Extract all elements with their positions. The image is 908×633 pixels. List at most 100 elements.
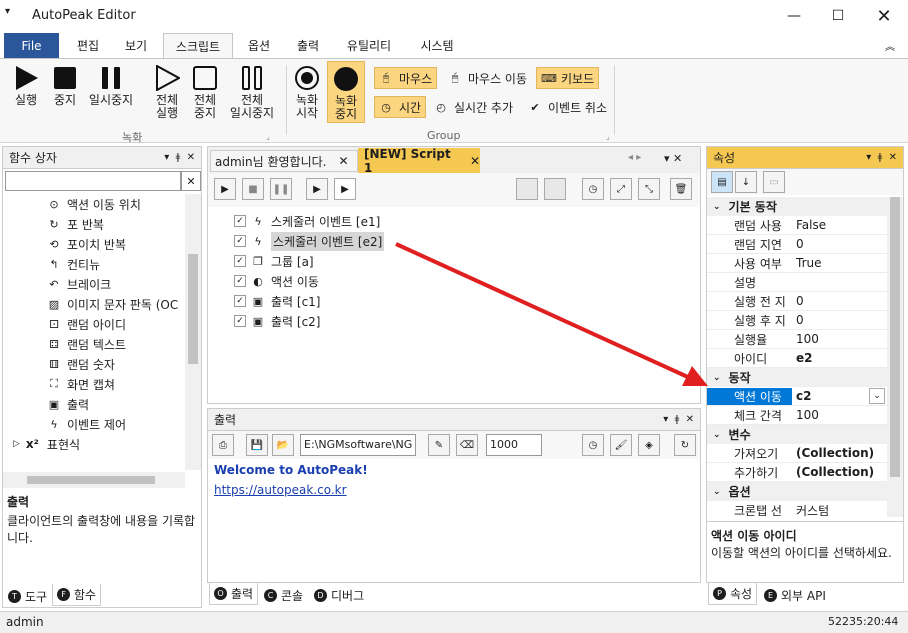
horizontal-scrollbar[interactable]: [3, 472, 185, 488]
collapse-ribbon-icon[interactable]: ︽: [880, 32, 900, 58]
list-item[interactable]: ϟ 이벤트 제어: [47, 414, 126, 434]
menu-file[interactable]: File: [4, 33, 59, 58]
cancel-event-toggle[interactable]: ✔ 이벤트 취소: [524, 96, 611, 118]
vertical-scrollbar[interactable]: [887, 197, 903, 517]
eraser-icon[interactable]: ⌫: [456, 434, 478, 456]
checkbox[interactable]: ✓: [234, 255, 246, 267]
close-tab-icon[interactable]: ✕: [338, 154, 348, 168]
menu-script[interactable]: 스크립트: [163, 33, 233, 58]
run-button[interactable]: 실행: [8, 65, 44, 107]
category-options[interactable]: ⌄ 옵션: [707, 482, 887, 501]
tab-properties[interactable]: P 속성: [708, 583, 758, 605]
refresh-icon[interactable]: ↻: [674, 434, 696, 456]
menu-system[interactable]: 시스템: [410, 32, 464, 58]
tab-console[interactable]: C 콘솔: [260, 584, 307, 606]
script-item-selected[interactable]: ✓ ϟ 스케줄러 이벤트 [e2]: [234, 231, 385, 251]
tab-welcome[interactable]: admin님 환영합니다. ✕: [210, 150, 358, 172]
property-row[interactable]: 추가하기 (Collection): [707, 463, 887, 482]
tab-tools[interactable]: T 도구: [4, 585, 51, 607]
open-folder-icon[interactable]: 📂: [272, 434, 294, 456]
panel-pin-icon[interactable]: ▾ ǂ ✕: [164, 152, 195, 163]
property-row[interactable]: 랜덤 사용 False: [707, 216, 887, 235]
panel-pin-icon[interactable]: ▾ ǂ ✕: [866, 152, 897, 163]
script-item[interactable]: ✓ ❐ 그룹 [a]: [234, 251, 314, 271]
fill-icon[interactable]: ◈: [638, 434, 660, 456]
quick-access-icon[interactable]: ▾: [5, 6, 10, 17]
menu-output[interactable]: 출력: [286, 32, 330, 58]
property-row[interactable]: 사용 여부 True: [707, 254, 887, 273]
list-item[interactable]: ⚅ 랜덤 숫자: [47, 354, 115, 374]
stop-script-button[interactable]: ■: [242, 178, 264, 200]
clear-search-button[interactable]: ✕: [181, 171, 201, 191]
collapse-button[interactable]: ⤡: [638, 178, 660, 200]
count-stepper[interactable]: 1000: [486, 434, 542, 456]
list-item[interactable]: ▣ 출력: [47, 394, 89, 414]
checkbox[interactable]: ✓: [234, 235, 246, 247]
sort-alpha-icon[interactable]: ↓: [735, 171, 757, 193]
tab-functions[interactable]: F 함수: [52, 584, 102, 606]
property-row[interactable]: 아이디 e2: [707, 349, 887, 368]
panel-pin-icon[interactable]: ▾ ǂ ✕: [663, 414, 694, 425]
pause-all-button[interactable]: 전체 일시중지: [224, 65, 280, 120]
category-variables[interactable]: ⌄ 변수: [707, 425, 887, 444]
mouse-move-toggle[interactable]: 🖱 마우스 이동: [444, 67, 531, 89]
list-item[interactable]: ↻ 포 반복: [47, 214, 104, 234]
script-item[interactable]: ✓ ϟ 스케줄러 이벤트 [e1]: [234, 211, 380, 231]
list-item[interactable]: ⛶ 화면 캡쳐: [47, 374, 115, 394]
menu-edit[interactable]: 편집: [66, 32, 110, 58]
property-row[interactable]: 실행 후 지0: [707, 311, 887, 330]
checkbox[interactable]: ✓: [234, 315, 246, 327]
clean-icon[interactable]: ✎: [428, 434, 450, 456]
tab-external-api[interactable]: E 외부 API: [760, 584, 830, 606]
pause-script-button[interactable]: ❚❚: [270, 178, 292, 200]
run-all-button[interactable]: 전체 실행: [148, 65, 186, 120]
script-item[interactable]: ✓ ◐ 액션 이동: [234, 271, 319, 291]
output-link[interactable]: https://autopeak.co.kr: [214, 483, 347, 497]
checkbox[interactable]: ✓: [234, 295, 246, 307]
save-icon[interactable]: 💾: [246, 434, 268, 456]
delete-button[interactable]: 🗑: [670, 178, 692, 200]
realtime-add-toggle[interactable]: ◴ 실시간 추가: [430, 96, 517, 118]
list-item[interactable]: ▨ 이미지 문자 판독 (OC: [47, 294, 178, 314]
brush-icon[interactable]: 🖌: [610, 434, 632, 456]
tab-output[interactable]: O 출력: [209, 583, 259, 605]
step-over-button[interactable]: ▶: [334, 178, 356, 200]
step-button[interactable]: ▶: [306, 178, 328, 200]
close-button[interactable]: ✕: [862, 0, 906, 32]
expand-button[interactable]: ⤢: [610, 178, 632, 200]
run-script-button[interactable]: ▶: [214, 178, 236, 200]
property-pages-icon[interactable]: ▭: [763, 171, 785, 193]
maximize-button[interactable]: ☐: [816, 0, 860, 32]
list-item[interactable]: ⚃ 랜덤 텍스트: [47, 334, 126, 354]
timer-button[interactable]: ◷: [582, 178, 604, 200]
record-stop-button[interactable]: 녹화 중지: [327, 61, 365, 123]
dropdown-icon[interactable]: ⌄: [869, 388, 885, 404]
dialog-launcher-icon-2[interactable]: ⌟: [606, 132, 610, 141]
list-item[interactable]: ⊙ 액션 이동 위치: [47, 194, 140, 214]
menu-utility[interactable]: 유틸리티: [337, 32, 401, 58]
minimize-button[interactable]: —: [772, 0, 816, 32]
clock-icon[interactable]: ◷: [582, 434, 604, 456]
pause-button[interactable]: 일시중지: [86, 65, 136, 107]
record-start-button[interactable]: 녹화 시작: [290, 65, 324, 120]
property-row[interactable]: 랜덤 지연 0: [707, 235, 887, 254]
close-tab-icon[interactable]: ✕: [470, 154, 480, 168]
vertical-scrollbar[interactable]: [185, 194, 201, 470]
property-row[interactable]: 가져오기 (Collection): [707, 444, 887, 463]
mouse-toggle[interactable]: 🖰 마우스: [374, 67, 438, 89]
property-row[interactable]: 실행 전 지0: [707, 292, 887, 311]
blank-button-1[interactable]: [516, 178, 538, 200]
dialog-launcher-icon[interactable]: ⌟: [266, 132, 270, 141]
property-row[interactable]: 체크 간격 100: [707, 406, 887, 425]
tab-script-1[interactable]: [NEW] Script 1 ✕: [358, 147, 480, 175]
time-toggle[interactable]: ◷ 시간: [374, 96, 427, 118]
list-item[interactable]: ⟲ 포이치 반복: [47, 234, 126, 254]
new-output-button[interactable]: ⎙: [212, 434, 234, 456]
category-basic[interactable]: ⌄ 기본 동작: [707, 197, 887, 216]
function-search-input[interactable]: [5, 171, 181, 191]
keyboard-toggle[interactable]: ⌨ 키보드: [536, 67, 600, 89]
list-item[interactable]: ⚀ 랜덤 아이디: [47, 314, 126, 334]
stop-button[interactable]: 중지: [48, 65, 82, 107]
menu-options[interactable]: 옵션: [237, 32, 281, 58]
script-item[interactable]: ✓ ▣ 출력 [c2]: [234, 311, 321, 331]
